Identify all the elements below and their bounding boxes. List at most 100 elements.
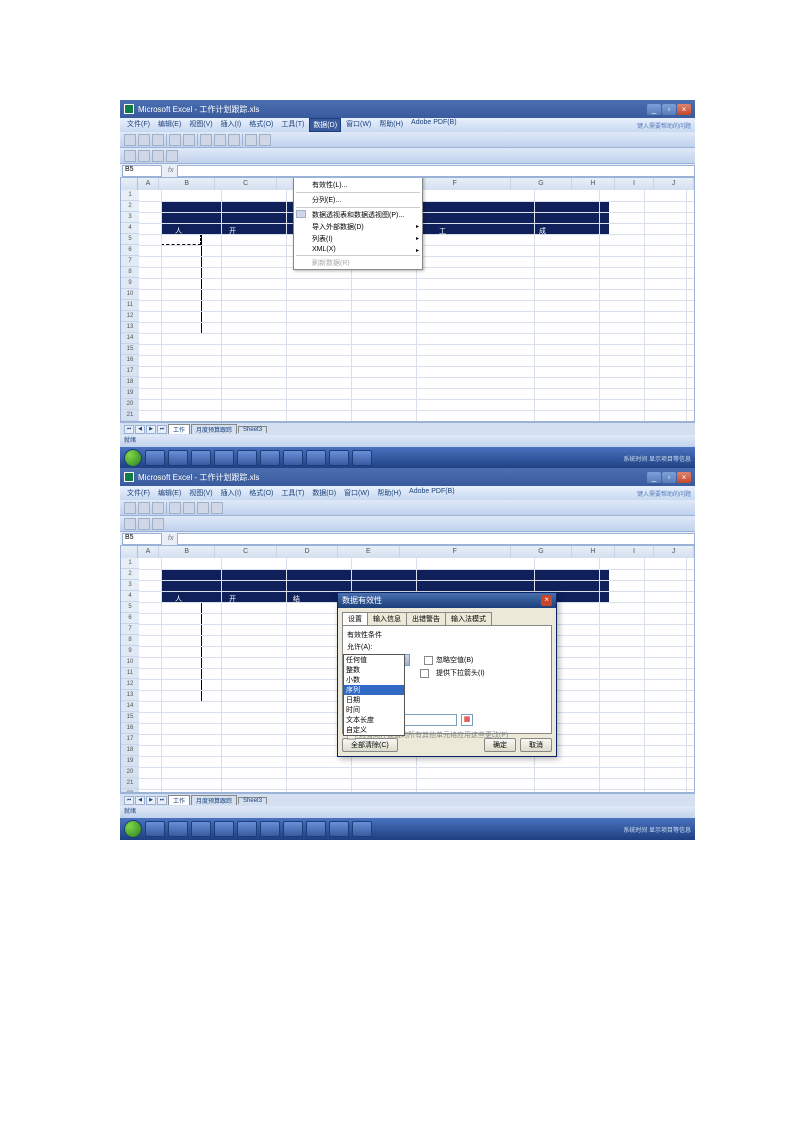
taskbar-item[interactable] <box>260 821 280 837</box>
menu-item[interactable]: 数据(D) <box>309 487 339 499</box>
menu-item[interactable]: 编辑(E) <box>155 487 184 499</box>
column-header[interactable]: B <box>159 546 216 558</box>
close-button[interactable]: × <box>677 472 691 483</box>
row-header[interactable]: 7 <box>121 624 139 635</box>
underline-icon[interactable] <box>166 150 178 162</box>
font-icon[interactable] <box>124 518 136 530</box>
taskbar-item[interactable] <box>214 821 234 837</box>
row-header[interactable]: 21 <box>121 410 139 421</box>
row-header[interactable]: 16 <box>121 723 139 734</box>
row-header[interactable]: 12 <box>121 311 139 322</box>
first-sheet-button[interactable]: ⏮ <box>124 425 134 434</box>
minimize-button[interactable]: _ <box>647 104 661 115</box>
name-box[interactable]: B5 <box>122 533 162 545</box>
row-header[interactable]: 15 <box>121 712 139 723</box>
column-header[interactable]: A <box>138 546 159 558</box>
column-header[interactable]: C <box>215 178 276 190</box>
row-header[interactable]: 20 <box>121 767 139 778</box>
fx-icon[interactable]: fx <box>164 167 177 174</box>
row-header[interactable]: 22 <box>121 789 139 793</box>
column-header[interactable]: H <box>572 546 614 558</box>
row-header[interactable]: 13 <box>121 690 139 701</box>
font-icon[interactable] <box>124 150 136 162</box>
system-tray[interactable]: 系统时间 显示项目等信息 <box>623 825 691 834</box>
taskbar-item[interactable] <box>168 450 188 466</box>
new-icon[interactable] <box>124 134 136 146</box>
fx-icon[interactable]: fx <box>164 535 177 542</box>
taskbar-item[interactable] <box>237 450 257 466</box>
sheet-tab-2[interactable]: 月度预算跟踪 <box>191 424 237 434</box>
menu-dropdown-item[interactable]: XML(X)▸ <box>294 245 422 254</box>
preview-icon[interactable] <box>183 134 195 146</box>
help-search[interactable]: 键入需要帮助的问题 <box>637 489 691 498</box>
first-sheet-button[interactable]: ⏮ <box>124 796 134 805</box>
listbox-option[interactable]: 序列 <box>344 685 404 695</box>
prev-sheet-button[interactable]: ◀ <box>135 796 145 805</box>
row-header[interactable]: 20 <box>121 399 139 410</box>
row-header[interactable]: 2 <box>121 569 139 580</box>
listbox-option[interactable]: 自定义 <box>344 725 404 735</box>
column-header[interactable]: F <box>400 546 511 558</box>
last-sheet-button[interactable]: ⏭ <box>157 796 167 805</box>
listbox-option[interactable]: 文本长度 <box>344 715 404 725</box>
row-header[interactable]: 4 <box>121 223 139 234</box>
column-header[interactable]: B <box>159 178 216 190</box>
column-header[interactable]: I <box>615 178 655 190</box>
menu-item[interactable]: Adobe PDF(B) <box>406 487 458 499</box>
row-header[interactable]: 1 <box>121 190 139 201</box>
sheet-tab-1[interactable]: 工作 <box>168 424 190 434</box>
menu-item[interactable]: Adobe PDF(B) <box>408 118 460 132</box>
maximize-button[interactable]: ▫ <box>662 104 676 115</box>
ignore-blank-checkbox[interactable] <box>424 656 433 665</box>
column-header[interactable]: I <box>615 546 655 558</box>
listbox-option[interactable]: 整数 <box>344 665 404 675</box>
row-header[interactable]: 16 <box>121 355 139 366</box>
tab-input-message[interactable]: 输入信息 <box>367 612 407 625</box>
row-header[interactable]: 6 <box>121 613 139 624</box>
last-sheet-button[interactable]: ⏭ <box>157 425 167 434</box>
sheet-tab-1[interactable]: 工作 <box>168 795 190 805</box>
range-picker-icon[interactable]: ▦ <box>461 714 473 726</box>
save-icon[interactable] <box>152 502 164 514</box>
menu-item[interactable]: 窗口(W) <box>341 487 372 499</box>
row-header[interactable]: 3 <box>121 212 139 223</box>
row-header[interactable]: 9 <box>121 278 139 289</box>
row-header[interactable]: 17 <box>121 734 139 745</box>
dropdown-checkbox[interactable] <box>420 669 429 678</box>
taskbar-item[interactable] <box>352 821 372 837</box>
row-header[interactable]: 10 <box>121 657 139 668</box>
menu-item[interactable]: 格式(O) <box>246 118 276 132</box>
menu-item[interactable]: 插入(I) <box>218 487 245 499</box>
listbox-option[interactable]: 时间 <box>344 705 404 715</box>
menu-dropdown-item[interactable]: 导入外部数据(D)▸ <box>294 221 422 233</box>
menu-dropdown-item[interactable]: 分列(E)... <box>294 194 422 206</box>
new-icon[interactable] <box>124 502 136 514</box>
listbox-option[interactable]: 任何值 <box>344 655 404 665</box>
open-icon[interactable] <box>138 502 150 514</box>
taskbar-item[interactable] <box>352 450 372 466</box>
taskbar-item[interactable] <box>191 450 211 466</box>
sheet-tab-3[interactable]: Sheet3 <box>238 426 267 433</box>
row-header[interactable]: 9 <box>121 646 139 657</box>
clear-all-button[interactable]: 全部清除(C) <box>342 738 398 752</box>
bold-icon[interactable] <box>138 150 150 162</box>
menu-item[interactable]: 帮助(H) <box>374 487 404 499</box>
row-header[interactable]: 14 <box>121 701 139 712</box>
paste-icon[interactable] <box>228 134 240 146</box>
start-button[interactable] <box>124 820 142 838</box>
menu-item[interactable]: 窗口(W) <box>343 118 374 132</box>
row-header[interactable]: 18 <box>121 377 139 388</box>
taskbar-item[interactable] <box>214 450 234 466</box>
bold-icon[interactable] <box>138 518 150 530</box>
paste-icon[interactable] <box>211 502 223 514</box>
row-header[interactable]: 15 <box>121 344 139 355</box>
sheet-tab-2[interactable]: 月度预算跟踪 <box>191 795 237 805</box>
column-header[interactable]: A <box>138 178 159 190</box>
row-header[interactable]: 22 <box>121 421 139 422</box>
menu-dropdown-item[interactable]: 刷新数据(R) <box>294 257 422 269</box>
row-header[interactable]: 4 <box>121 591 139 602</box>
print-icon[interactable] <box>169 134 181 146</box>
italic-icon[interactable] <box>152 518 164 530</box>
row-header[interactable]: 1 <box>121 558 139 569</box>
taskbar-item[interactable] <box>306 450 326 466</box>
